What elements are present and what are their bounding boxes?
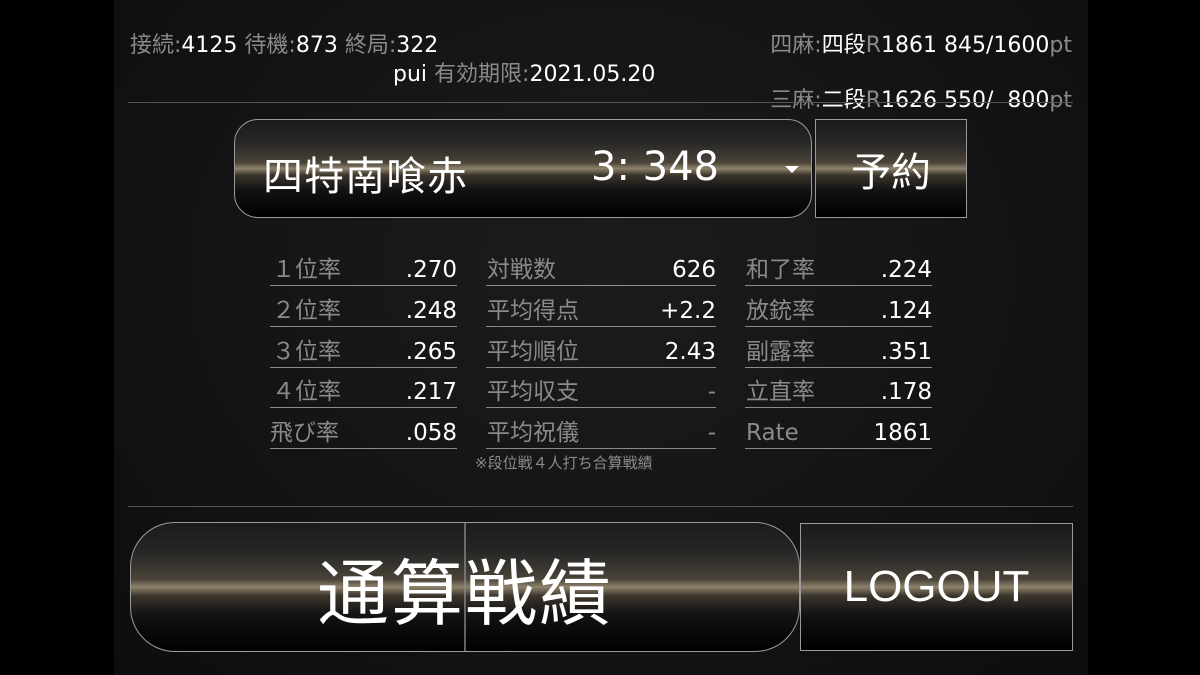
sanma-points: 550/ 800 <box>944 88 1050 113</box>
header-divider <box>128 102 1073 103</box>
room-selector-dropdown[interactable]: 四特南喰赤 3: 348 <box>234 119 812 218</box>
stat-label: 飛び率 <box>270 420 339 446</box>
yonma-pt-unit: pt <box>1049 33 1072 58</box>
stat-label: Rate <box>746 420 799 446</box>
stat-label: 立直率 <box>746 379 815 405</box>
yonma-label: 四麻: <box>770 33 822 58</box>
room-player-count: 3: 348 <box>591 144 719 190</box>
stat-value: - <box>707 379 716 405</box>
yonma-points: 845/1600 <box>944 33 1050 58</box>
stat-label: １位率 <box>272 257 341 283</box>
stat-underline <box>745 285 932 286</box>
stat-underline <box>486 285 716 286</box>
yonma-rank-info: 四麻:四段R1861 845/1600pt <box>770 33 1072 59</box>
end-label: 終局: <box>344 33 397 58</box>
stat-label: 和了率 <box>746 257 815 283</box>
expiry-label: 有効期限: <box>434 62 530 87</box>
stat-value: 1861 <box>873 420 932 446</box>
total-stats-button[interactable]: 通算戦績 <box>130 522 800 652</box>
stat-value: .178 <box>880 379 932 405</box>
stat-underline <box>486 448 716 449</box>
stat-value: 626 <box>672 257 716 283</box>
yonma-rank: 四段 <box>821 33 866 58</box>
stat-label: 対戦数 <box>487 257 556 283</box>
stat-underline <box>270 285 457 286</box>
stat-value: - <box>707 420 716 446</box>
username: pui <box>393 62 428 87</box>
stat-underline <box>270 448 457 449</box>
stat-value: 2.43 <box>664 339 716 365</box>
stat-underline <box>745 326 932 327</box>
stats-footnote: ※段位戦４人打ち合算戦績 <box>475 454 653 472</box>
stat-underline <box>270 367 457 368</box>
connect-count: 4125 <box>181 33 238 58</box>
stat-value: .224 <box>880 257 932 283</box>
sanma-rank: 二段 <box>821 88 866 113</box>
stat-value: .058 <box>405 420 457 446</box>
stat-underline <box>486 326 716 327</box>
account-info: pui 有効期限:2021.05.20 <box>393 62 655 88</box>
stat-label: 放銃率 <box>746 298 815 324</box>
stat-label: 副露率 <box>746 339 815 365</box>
sanma-r-label: R <box>865 88 882 113</box>
connect-label: 接続: <box>130 33 182 58</box>
stat-value: .248 <box>405 298 457 324</box>
stat-value: .265 <box>405 339 457 365</box>
wait-label: 待機: <box>244 33 296 58</box>
stat-label: 平均得点 <box>487 298 579 324</box>
stat-value: .270 <box>405 257 457 283</box>
stat-label: ４位率 <box>272 379 341 405</box>
yonma-rating: 1861 <box>881 33 937 58</box>
sanma-rank-info: 三麻:二段R1626 550/ 800pt <box>756 62 1072 114</box>
sanma-label: 三麻: <box>770 88 822 113</box>
yonma-r-label: R <box>865 33 881 58</box>
sanma-pt-unit: pt <box>1049 88 1072 113</box>
stat-underline <box>745 448 932 449</box>
stat-label: 平均順位 <box>487 339 579 365</box>
stat-underline <box>745 367 932 368</box>
wait-count: 873 <box>295 33 338 58</box>
room-name: 四特南喰赤 <box>263 154 468 200</box>
stat-value: .124 <box>880 298 932 324</box>
chevron-down-icon <box>785 166 799 173</box>
stat-underline <box>270 326 457 327</box>
logout-button[interactable]: LOGOUT <box>800 523 1073 651</box>
stat-label: 平均収支 <box>487 379 579 405</box>
stat-underline <box>486 367 716 368</box>
server-status: 接続:4125 待機:873 終局:322 <box>130 33 438 59</box>
reserve-button[interactable]: 予約 <box>815 119 967 218</box>
end-count: 322 <box>396 33 439 58</box>
expiry-date: 2021.05.20 <box>529 62 656 87</box>
stat-underline <box>745 407 932 408</box>
stat-label: 平均祝儀 <box>487 420 579 446</box>
stat-value: .351 <box>880 339 932 365</box>
total-stats-label: 通算戦績 <box>316 551 613 636</box>
sanma-rating: 1626 <box>881 88 938 113</box>
stat-label: ２位率 <box>272 298 341 324</box>
stat-value: .217 <box>405 379 457 405</box>
stat-value: +2.2 <box>660 298 716 324</box>
bottom-divider <box>128 506 1073 507</box>
stat-underline <box>486 407 716 408</box>
stat-underline <box>270 407 457 408</box>
stat-label: ３位率 <box>272 339 341 365</box>
